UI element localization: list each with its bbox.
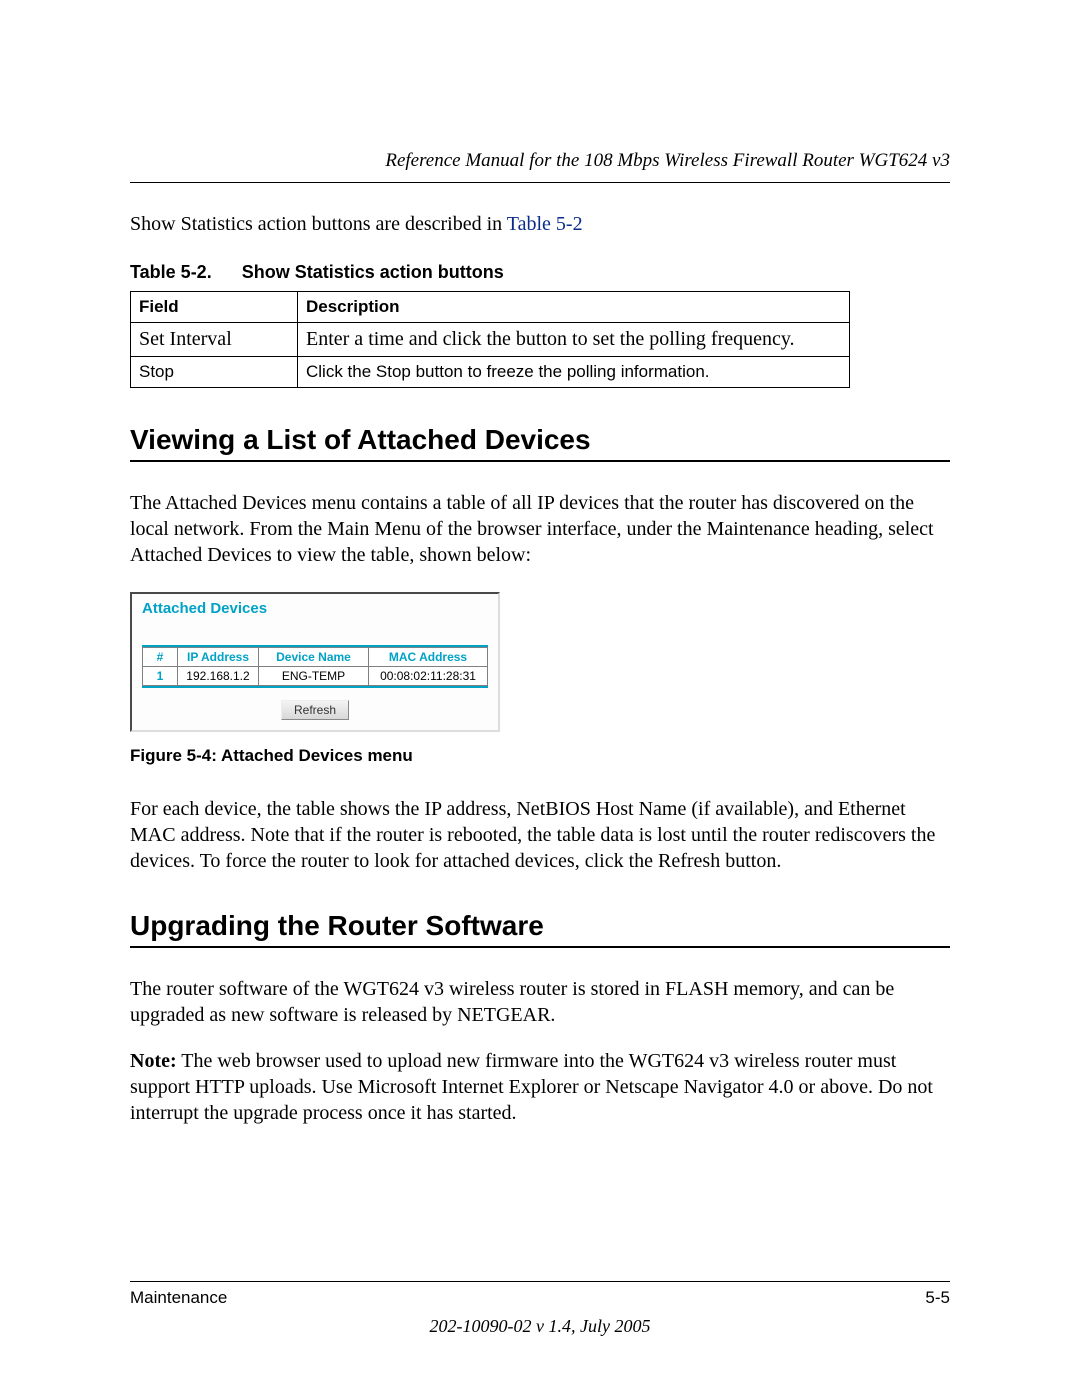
footer-section-name: Maintenance bbox=[130, 1288, 227, 1308]
refresh-button[interactable]: Refresh bbox=[281, 700, 349, 720]
ss-header-ip: IP Address bbox=[178, 648, 259, 667]
footer-page-number: 5-5 bbox=[925, 1288, 950, 1308]
body-paragraph: For each device, the table shows the IP … bbox=[130, 796, 950, 874]
ss-header-num: # bbox=[143, 648, 178, 667]
table-cell-field: Set Interval bbox=[131, 323, 298, 357]
table-cell-description: Enter a time and click the button to set… bbox=[298, 323, 850, 357]
note-paragraph: Note: The web browser used to upload new… bbox=[130, 1048, 950, 1126]
ss-header-name: Device Name bbox=[259, 648, 369, 667]
section-heading-upgrading: Upgrading the Router Software bbox=[130, 910, 950, 948]
ss-cell-ip: 192.168.1.2 bbox=[178, 667, 259, 686]
screenshot-button-row: Refresh bbox=[142, 700, 488, 720]
attached-devices-screenshot: Attached Devices # IP Address Device Nam… bbox=[130, 592, 500, 732]
document-page: Reference Manual for the 108 Mbps Wirele… bbox=[0, 0, 1080, 1397]
page-footer: Maintenance 5-5 202-10090-02 v 1.4, July… bbox=[130, 1281, 950, 1337]
body-paragraph: The Attached Devices menu contains a tab… bbox=[130, 490, 950, 568]
screenshot-title: Attached Devices bbox=[142, 600, 488, 617]
table-row: Stop Click the Stop button to freeze the… bbox=[131, 357, 850, 388]
ss-cell-name: ENG-TEMP bbox=[259, 667, 369, 686]
table-caption-number: Table 5-2. bbox=[130, 262, 212, 282]
note-label: Note: bbox=[130, 1050, 177, 1072]
page-header: Reference Manual for the 108 Mbps Wirele… bbox=[130, 150, 950, 183]
intro-text: Show Statistics action buttons are descr… bbox=[130, 213, 507, 235]
note-text: The web browser used to upload new firmw… bbox=[130, 1050, 933, 1124]
table-header-description: Description bbox=[298, 292, 850, 323]
table-5-2: Field Description Set Interval Enter a t… bbox=[130, 291, 850, 388]
body-paragraph: The router software of the WGT624 v3 wir… bbox=[130, 976, 950, 1028]
section-heading-attached-devices: Viewing a List of Attached Devices bbox=[130, 424, 950, 462]
footer-doc-id: 202-10090-02 v 1.4, July 2005 bbox=[130, 1316, 950, 1337]
table-caption-title: Show Statistics action buttons bbox=[242, 262, 504, 282]
screenshot-table: # IP Address Device Name MAC Address 1 1… bbox=[142, 645, 488, 688]
table-reference-link[interactable]: Table 5-2 bbox=[507, 213, 583, 235]
table-cell-field: Stop bbox=[131, 357, 298, 388]
ss-table-row: 1 192.168.1.2 ENG-TEMP 00:08:02:11:28:31 bbox=[143, 667, 488, 686]
ss-header-mac: MAC Address bbox=[369, 648, 488, 667]
table-row: Set Interval Enter a time and click the … bbox=[131, 323, 850, 357]
table-header-field: Field bbox=[131, 292, 298, 323]
table-cell-description: Click the Stop button to freeze the poll… bbox=[298, 357, 850, 388]
table-5-2-caption: Table 5-2. Show Statistics action buttons bbox=[130, 262, 950, 283]
intro-paragraph: Show Statistics action buttons are descr… bbox=[130, 213, 950, 236]
ss-cell-num: 1 bbox=[143, 667, 178, 686]
figure-5-4-caption: Figure 5-4: Attached Devices menu bbox=[130, 746, 950, 766]
ss-cell-mac: 00:08:02:11:28:31 bbox=[369, 667, 488, 686]
